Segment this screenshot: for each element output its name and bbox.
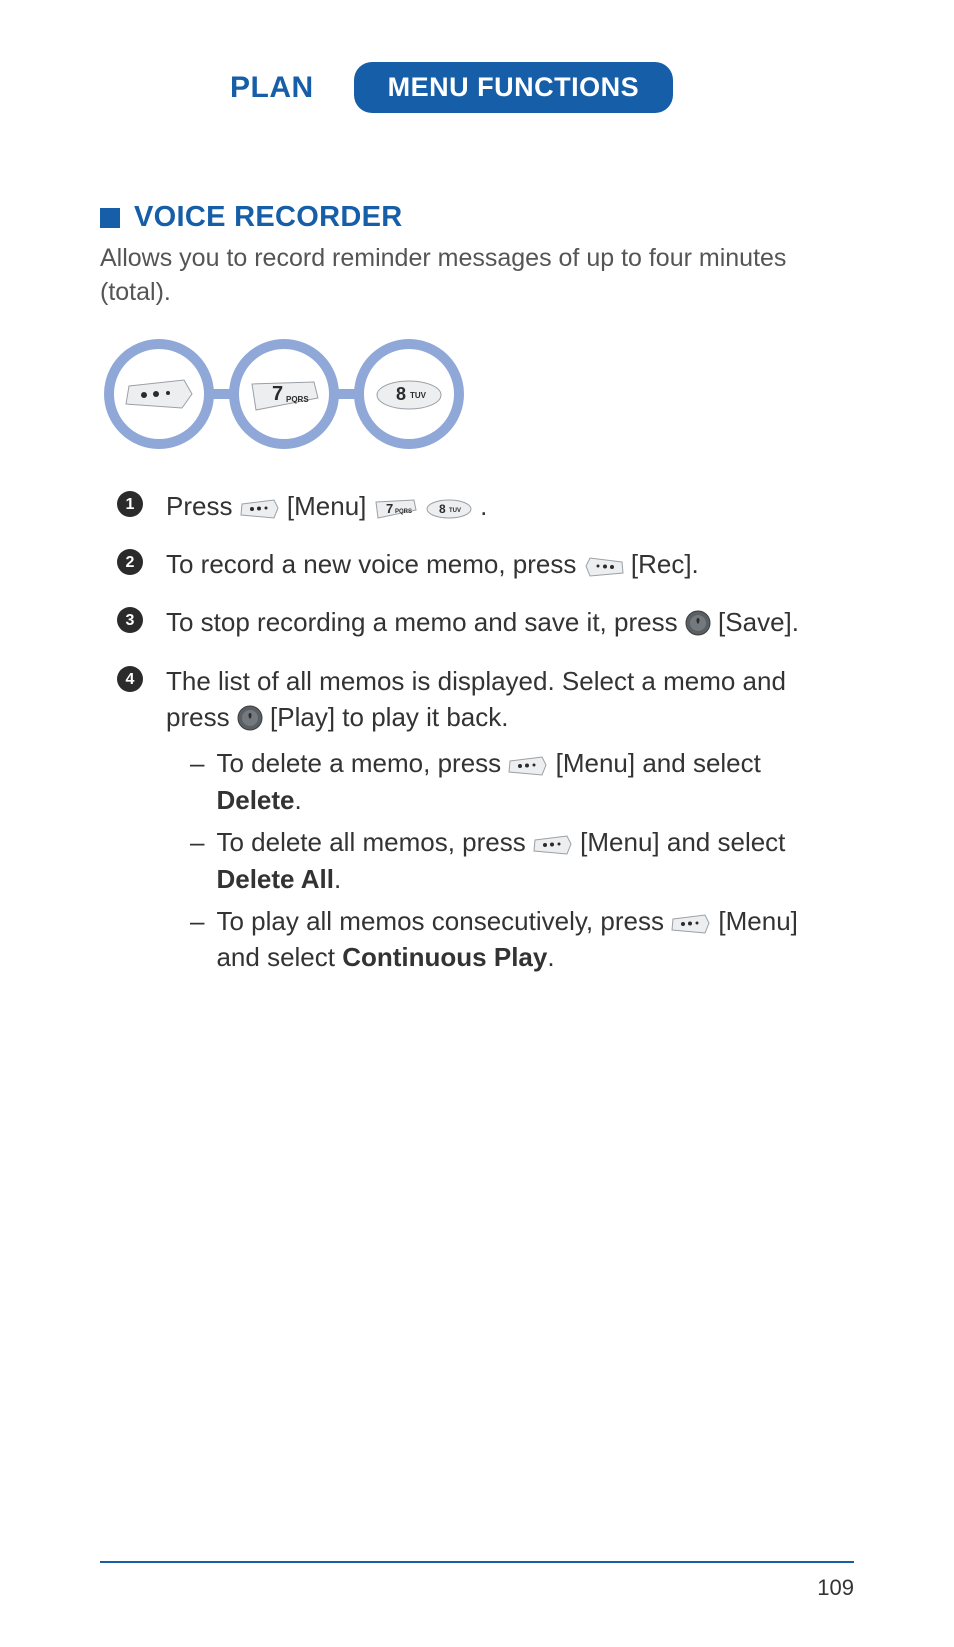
section-title: VOICE RECORDER: [134, 201, 402, 234]
sub3-bold: Continuous Play: [342, 942, 547, 972]
svg-text:4: 4: [126, 671, 135, 688]
sub1-pre: To delete a memo, press: [216, 748, 508, 778]
steps-list: 1 Press [Menu] 7PQRS 8TUV . 2: [100, 488, 854, 982]
sub-item-continuous-play-text: To play all memos consecutively, press […: [216, 903, 806, 976]
svg-text:PQRS: PQRS: [395, 509, 412, 515]
content-area: VOICE RECORDER Allows you to record remi…: [0, 113, 954, 982]
sub2-pre: To delete all memos, press: [216, 827, 532, 857]
step-1: 1 Press [Menu] 7PQRS 8TUV .: [116, 488, 854, 524]
svg-text:1: 1: [126, 496, 135, 513]
svg-text:7: 7: [386, 501, 393, 516]
section-heading: VOICE RECORDER: [100, 201, 854, 234]
page-number: 109: [817, 1575, 854, 1601]
header-row: PLAN MENU FUNCTIONS: [0, 0, 954, 113]
sub2-bold: Delete All: [216, 864, 334, 894]
svg-text:TUV: TUV: [410, 391, 427, 400]
footer-rule: [100, 1561, 854, 1563]
step-2-text: To record a new voice memo, press [Rec].: [166, 546, 699, 582]
svg-text:8: 8: [439, 502, 446, 516]
svg-text:PQRS: PQRS: [286, 395, 309, 404]
bullet-3-icon: 3: [116, 606, 144, 634]
key-8-icon: 8TUV: [425, 498, 473, 520]
bullet-1-icon: 1: [116, 490, 144, 518]
sub-item-delete: – To delete a memo, press [Menu] and sel…: [190, 745, 806, 818]
sub-item-delete-all: – To delete all memos, press [Menu] and …: [190, 824, 806, 897]
menu-key-icon: [671, 913, 711, 935]
dash-icon: –: [190, 824, 204, 897]
step-3-save-label: [Save].: [718, 607, 799, 637]
svg-text:TUV: TUV: [449, 508, 461, 514]
section-intro-text: Allows you to record reminder messages o…: [100, 242, 854, 310]
sub3-pre: To play all memos consecutively, press: [216, 906, 671, 936]
menu-key-icon: [240, 498, 280, 520]
key-7-icon: 7PQRS: [374, 498, 418, 520]
step-1-text: Press [Menu] 7PQRS 8TUV .: [166, 488, 487, 524]
menu-key-icon: [533, 834, 573, 856]
header-plan-label: PLAN: [230, 71, 314, 105]
step-2-rec-label: [Rec].: [631, 549, 699, 579]
sub3-end: .: [547, 942, 554, 972]
bullet-4-icon: 4: [116, 665, 144, 693]
step-4-line1-play: [Play] to play it back.: [270, 702, 508, 732]
svg-text:8: 8: [396, 384, 406, 404]
sub2-end: .: [334, 864, 341, 894]
menu-key-icon: [508, 755, 548, 777]
svg-text:2: 2: [126, 554, 135, 571]
step-1-pre: Press: [166, 491, 240, 521]
step-1-menu-label: [Menu]: [287, 491, 374, 521]
bullet-2-icon: 2: [116, 548, 144, 576]
dash-icon: –: [190, 745, 204, 818]
sub-item-continuous-play: – To play all memos consecutively, press…: [190, 903, 806, 976]
heading-bullet-icon: [100, 208, 120, 228]
rec-key-icon: [584, 556, 624, 578]
step-2: 2 To record a new voice memo, press [Rec…: [116, 546, 854, 582]
save-key-icon: [685, 610, 711, 636]
header-tab-label: MENU FUNCTIONS: [354, 62, 674, 113]
keychain-graphic: 7 PQRS 8 TUV: [104, 334, 854, 454]
play-key-icon: [237, 705, 263, 731]
sub1-bold: Delete: [216, 785, 294, 815]
sub1-end: .: [295, 785, 302, 815]
step-4-text: The list of all memos is displayed. Sele…: [166, 663, 806, 982]
sub1-post: [Menu] and select: [556, 748, 761, 778]
step-4-sub-list: – To delete a memo, press [Menu] and sel…: [166, 745, 806, 975]
svg-text:7: 7: [272, 383, 283, 405]
sub-item-delete-text: To delete a memo, press [Menu] and selec…: [216, 745, 806, 818]
dash-icon: –: [190, 903, 204, 976]
sub-item-delete-all-text: To delete all memos, press [Menu] and se…: [216, 824, 806, 897]
step-3: 3 To stop recording a memo and save it, …: [116, 604, 854, 640]
sub2-post: [Menu] and select: [580, 827, 785, 857]
svg-text:3: 3: [126, 612, 135, 629]
step-2-pre: To record a new voice memo, press: [166, 549, 584, 579]
step-1-end: .: [480, 491, 487, 521]
step-3-pre: To stop recording a memo and save it, pr…: [166, 607, 685, 637]
step-4: 4 The list of all memos is displayed. Se…: [116, 663, 854, 982]
step-3-text: To stop recording a memo and save it, pr…: [166, 604, 799, 640]
